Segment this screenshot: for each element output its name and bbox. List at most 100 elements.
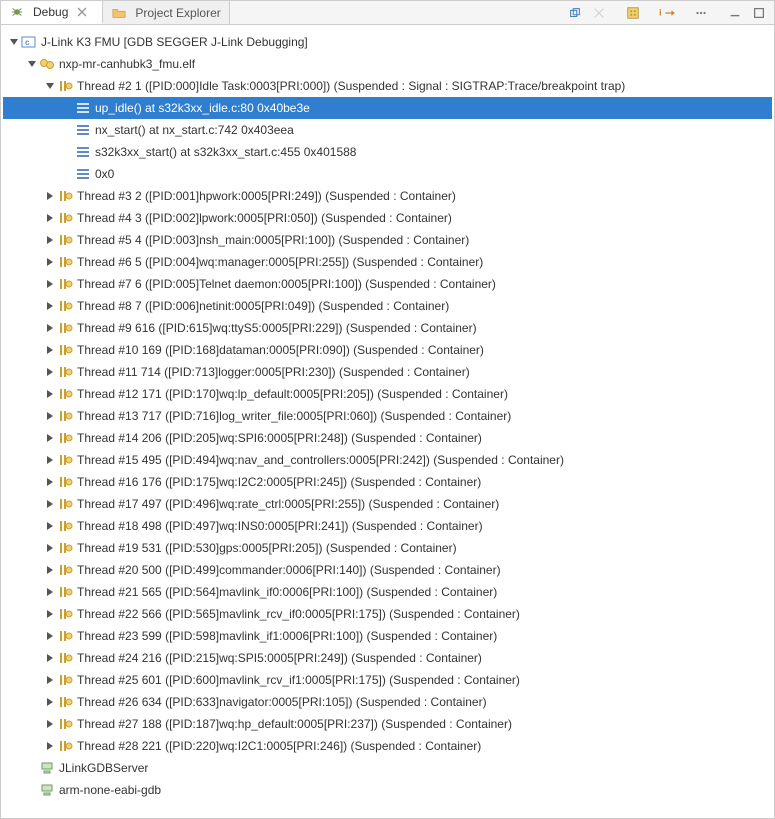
view-toolbar: i bbox=[560, 3, 774, 23]
thread-row[interactable]: Thread #3 2 ([PID:001]hpwork:0005[PRI:24… bbox=[3, 185, 772, 207]
thread-row[interactable]: Thread #8 7 ([PID:006]netinit:0005[PRI:0… bbox=[3, 295, 772, 317]
expander-closed-icon[interactable] bbox=[43, 739, 57, 753]
expander-open-icon[interactable] bbox=[43, 79, 57, 93]
expander-closed-icon[interactable] bbox=[43, 585, 57, 599]
tab-bar: Debug Project Explorer i bbox=[1, 1, 774, 25]
thread-label: Thread #4 3 ([PID:002]lpwork:0005[PRI:05… bbox=[77, 208, 452, 229]
expander-closed-icon[interactable] bbox=[43, 475, 57, 489]
thread-label: Thread #17 497 ([PID:496]wq:rate_ctrl:00… bbox=[77, 494, 499, 515]
minimize-icon[interactable] bbox=[724, 3, 746, 23]
thread-label: Thread #3 2 ([PID:001]hpwork:0005[PRI:24… bbox=[77, 186, 456, 207]
expander-closed-icon[interactable] bbox=[43, 453, 57, 467]
process-elf[interactable]: nxp-mr-canhubk3_fmu.elf bbox=[3, 53, 772, 75]
thread-suspended-icon bbox=[57, 672, 73, 688]
maximize-icon[interactable] bbox=[748, 3, 770, 23]
expander-closed-icon[interactable] bbox=[43, 431, 57, 445]
thread-row[interactable]: Thread #24 216 ([PID:215]wq:SPI5:0005[PR… bbox=[3, 647, 772, 669]
expander-closed-icon[interactable] bbox=[43, 651, 57, 665]
thread-row[interactable]: Thread #23 599 ([PID:598]mavlink_if1:000… bbox=[3, 625, 772, 647]
thread-row[interactable]: Thread #9 616 ([PID:615]wq:ttyS5:0005[PR… bbox=[3, 317, 772, 339]
view-menu-icon[interactable] bbox=[690, 3, 712, 23]
expander-closed-icon[interactable] bbox=[43, 343, 57, 357]
thread-row[interactable]: Thread #28 221 ([PID:220]wq:I2C1:0005[PR… bbox=[3, 735, 772, 757]
expander-closed-icon[interactable] bbox=[43, 233, 57, 247]
thread-label: Thread #9 616 ([PID:615]wq:ttyS5:0005[PR… bbox=[77, 318, 477, 339]
thread-row[interactable]: Thread #7 6 ([PID:005]Telnet daemon:0005… bbox=[3, 273, 772, 295]
thread-row[interactable]: Thread #22 566 ([PID:565]mavlink_rcv_if0… bbox=[3, 603, 772, 625]
expander-open-icon[interactable] bbox=[25, 57, 39, 71]
step-into-icon[interactable]: i bbox=[656, 3, 678, 23]
expander-closed-icon[interactable] bbox=[43, 673, 57, 687]
thread-row[interactable]: Thread #19 531 ([PID:530]gps:0005[PRI:20… bbox=[3, 537, 772, 559]
stack-frame-3[interactable]: 0x0 bbox=[3, 163, 772, 185]
expander-closed-icon[interactable] bbox=[43, 409, 57, 423]
thread-row[interactable]: Thread #14 206 ([PID:205]wq:SPI6:0005[PR… bbox=[3, 427, 772, 449]
thread-label: Thread #2 1 ([PID:000]Idle Task:0003[PRI… bbox=[77, 76, 625, 97]
disabled-icon bbox=[588, 3, 610, 23]
debug-tree[interactable]: c J-Link K3 FMU [GDB SEGGER J-Link Debug… bbox=[1, 25, 774, 818]
expander-closed-icon[interactable] bbox=[43, 255, 57, 269]
c-launch-icon: c bbox=[21, 34, 37, 50]
thread-suspended-icon bbox=[57, 650, 73, 666]
expander-closed-icon[interactable] bbox=[43, 211, 57, 225]
thread-row[interactable]: Thread #5 4 ([PID:003]nsh_main:0005[PRI:… bbox=[3, 229, 772, 251]
launch-config[interactable]: c J-Link K3 FMU [GDB SEGGER J-Link Debug… bbox=[3, 31, 772, 53]
expander-closed-icon[interactable] bbox=[43, 321, 57, 335]
expander-closed-icon[interactable] bbox=[43, 541, 57, 555]
expander-closed-icon[interactable] bbox=[43, 189, 57, 203]
expander-closed-icon[interactable] bbox=[43, 277, 57, 291]
thread-row[interactable]: Thread #21 565 ([PID:564]mavlink_if0:000… bbox=[3, 581, 772, 603]
frame-label: nx_start() at nx_start.c:742 0x403eea bbox=[95, 120, 294, 141]
expander-closed-icon[interactable] bbox=[43, 365, 57, 379]
thread-row[interactable]: Thread #15 495 ([PID:494]wq:nav_and_cont… bbox=[3, 449, 772, 471]
thread-row[interactable]: Thread #10 169 ([PID:168]dataman:0005[PR… bbox=[3, 339, 772, 361]
thread-row[interactable]: Thread #25 601 ([PID:600]mavlink_rcv_if1… bbox=[3, 669, 772, 691]
thread-row[interactable]: Thread #18 498 ([PID:497]wq:INS0:0005[PR… bbox=[3, 515, 772, 537]
tab-project-explorer[interactable]: Project Explorer bbox=[103, 1, 229, 24]
close-icon[interactable] bbox=[74, 4, 90, 20]
thread-suspended-icon bbox=[57, 320, 73, 336]
expander-closed-icon[interactable] bbox=[43, 497, 57, 511]
expander-closed-icon[interactable] bbox=[43, 563, 57, 577]
gdb-client[interactable]: arm-none-eabi-gdb bbox=[3, 779, 772, 801]
folder-icon bbox=[111, 5, 127, 21]
thread-row[interactable]: Thread #12 171 ([PID:170]wq:lp_default:0… bbox=[3, 383, 772, 405]
gdb-server[interactable]: JLinkGDBServer bbox=[3, 757, 772, 779]
thread-label: Thread #12 171 ([PID:170]wq:lp_default:0… bbox=[77, 384, 508, 405]
thread-label: Thread #28 221 ([PID:220]wq:I2C1:0005[PR… bbox=[77, 736, 481, 757]
expander-closed-icon[interactable] bbox=[43, 607, 57, 621]
thread-row[interactable]: Thread #17 497 ([PID:496]wq:rate_ctrl:00… bbox=[3, 493, 772, 515]
thread-row[interactable]: Thread #20 500 ([PID:499]commander:0006[… bbox=[3, 559, 772, 581]
thread-label: Thread #8 7 ([PID:006]netinit:0005[PRI:0… bbox=[77, 296, 449, 317]
frame-label: up_idle() at s32k3xx_idle.c:80 0x40be3e bbox=[95, 98, 310, 119]
expander-closed-icon[interactable] bbox=[43, 629, 57, 643]
thread-row[interactable]: Thread #16 176 ([PID:175]wq:I2C2:0005[PR… bbox=[3, 471, 772, 493]
thread-suspended-icon bbox=[57, 716, 73, 732]
stack-frame-icon bbox=[75, 144, 91, 160]
expander-closed-icon[interactable] bbox=[43, 695, 57, 709]
thread-row[interactable]: Thread #27 188 ([PID:187]wq:hp_default:0… bbox=[3, 713, 772, 735]
thread-suspended-icon bbox=[57, 232, 73, 248]
thread-row[interactable]: Thread #11 714 ([PID:713]logger:0005[PRI… bbox=[3, 361, 772, 383]
expander-closed-icon[interactable] bbox=[43, 717, 57, 731]
server-icon bbox=[39, 782, 55, 798]
expander-closed-icon[interactable] bbox=[43, 519, 57, 533]
expander-open-icon[interactable] bbox=[7, 35, 21, 49]
stack-frame-1[interactable]: nx_start() at nx_start.c:742 0x403eea bbox=[3, 119, 772, 141]
thread-row[interactable]: Thread #26 634 ([PID:633]navigator:0005[… bbox=[3, 691, 772, 713]
thread-row[interactable]: Thread #13 717 ([PID:716]log_writer_file… bbox=[3, 405, 772, 427]
thread-suspended-icon bbox=[57, 430, 73, 446]
thread-label: Thread #16 176 ([PID:175]wq:I2C2:0005[PR… bbox=[77, 472, 481, 493]
stack-frame-0[interactable]: up_idle() at s32k3xx_idle.c:80 0x40be3e bbox=[3, 97, 772, 119]
thread-row[interactable]: Thread #4 3 ([PID:002]lpwork:0005[PRI:05… bbox=[3, 207, 772, 229]
thread-2[interactable]: Thread #2 1 ([PID:000]Idle Task:0003[PRI… bbox=[3, 75, 772, 97]
stack-frame-2[interactable]: s32k3xx_start() at s32k3xx_start.c:455 0… bbox=[3, 141, 772, 163]
thread-suspended-icon bbox=[57, 606, 73, 622]
tab-debug[interactable]: Debug bbox=[1, 1, 103, 24]
thread-suspended-icon bbox=[57, 518, 73, 534]
expander-closed-icon[interactable] bbox=[43, 299, 57, 313]
highlight-icon[interactable] bbox=[622, 3, 644, 23]
thread-row[interactable]: Thread #6 5 ([PID:004]wq:manager:0005[PR… bbox=[3, 251, 772, 273]
expander-closed-icon[interactable] bbox=[43, 387, 57, 401]
restore-icon[interactable] bbox=[564, 3, 586, 23]
